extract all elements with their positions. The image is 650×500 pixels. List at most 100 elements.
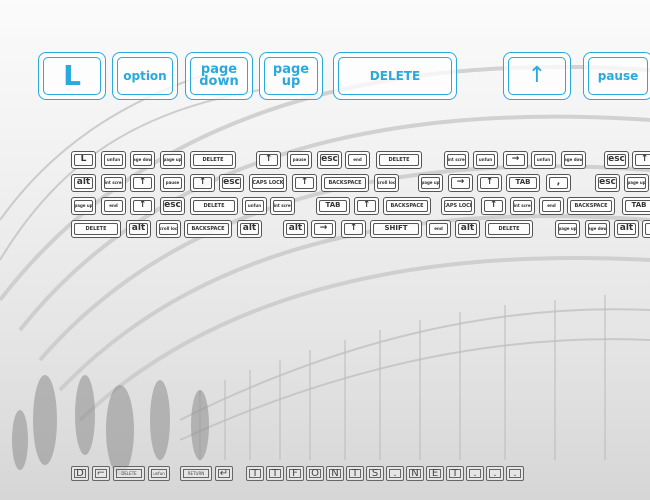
key-label: TAB [509, 177, 537, 189]
sample-key: page down [585, 220, 610, 238]
key-label: end [348, 154, 367, 166]
footer-key: DELETE [113, 466, 145, 481]
key-label: esc [598, 177, 617, 189]
key-label: esc [607, 154, 626, 166]
watermark-letter-key: E [426, 466, 444, 481]
key-label: scroll lock [377, 177, 396, 189]
key-label: page up [421, 177, 440, 189]
key-label: unfun [245, 200, 264, 212]
large-key-page-up: page up [259, 52, 323, 100]
sample-key: SHIFT [370, 220, 422, 238]
key-label: T [249, 468, 261, 478]
sample-key: ↑ [190, 174, 215, 192]
sample-key: BACKSPACE [184, 220, 232, 238]
key-label: BACKSPACE [324, 177, 366, 189]
sample-key: → [311, 220, 336, 238]
key-label: ↵ [218, 467, 230, 479]
arrow-up-icon: ↑ [193, 177, 212, 189]
arrow-up-icon: ↑ [259, 154, 278, 166]
watermark-letter-key: T [266, 466, 284, 481]
footer-key: unfun [148, 466, 170, 481]
sample-key: esc [604, 151, 629, 169]
key-label: page up [264, 57, 318, 95]
key-label: BACKSPACE [386, 200, 428, 212]
key-label: alt [458, 223, 477, 235]
large-key-l: L [38, 52, 106, 100]
sample-key: DELETE [485, 220, 533, 238]
sample-key: , [546, 174, 571, 192]
arrow-up-icon: ↑ [133, 200, 152, 212]
key-label: DELETE [193, 154, 233, 166]
sample-key: esc [595, 174, 620, 192]
sample-key [642, 220, 650, 238]
sample-key: ↑ [632, 151, 650, 169]
key-label: page down [588, 223, 607, 235]
sample-key: page up [418, 174, 443, 192]
key-label: page down [133, 154, 152, 166]
sample-key: alt [614, 220, 639, 238]
large-key-arrow-up: ↑ [503, 52, 571, 100]
sample-key: end [539, 197, 564, 215]
key-label: E [429, 468, 441, 478]
sample-key: page up [624, 174, 649, 192]
sample-key: TAB [622, 197, 650, 215]
key-label: unfun [104, 154, 123, 166]
key-label: pause [290, 154, 309, 166]
key-label: L [74, 154, 93, 166]
key-label: DELETE [488, 223, 530, 235]
key-label [645, 223, 650, 235]
watermark-letter-key: T [346, 466, 364, 481]
arrow-right-icon: → [314, 223, 333, 235]
key-label: . [509, 468, 521, 478]
sample-key: BACKSPACE [567, 197, 615, 215]
key-label: DELETE [338, 57, 452, 95]
key-label: scroll lock [159, 223, 178, 235]
key-label: . [469, 468, 481, 478]
sample-key: page up [71, 197, 96, 215]
sample-key: ↑ [130, 197, 155, 215]
watermark-letter-key: N [326, 466, 344, 481]
key-label: N [409, 468, 421, 478]
key-label: page down [190, 57, 248, 95]
sample-key: DELETE [376, 151, 422, 169]
watermark-letter-key: . [466, 466, 484, 481]
sample-key: page down [561, 151, 586, 169]
key-label: end [542, 200, 561, 212]
key-label: DELETE [379, 154, 419, 166]
sample-key: unfun [531, 151, 556, 169]
footer-key: D [71, 466, 89, 481]
key-label: print screen [513, 200, 532, 212]
key-label: esc [320, 154, 339, 166]
arrow-right-icon: → [506, 154, 525, 166]
key-label: alt [240, 223, 259, 235]
arrow-up-icon: ↑ [357, 200, 376, 212]
sample-key: esc [219, 174, 244, 192]
key-label: page up [627, 177, 646, 189]
sample-key: print screen [270, 197, 295, 215]
watermark-letter-key: N [406, 466, 424, 481]
sample-key: print screen [510, 197, 535, 215]
key-label: alt [74, 177, 93, 189]
watermark-letter-key: T [446, 466, 464, 481]
key-label: O [309, 468, 321, 478]
sample-key: end [426, 220, 451, 238]
watermark-letter-key: O [306, 466, 324, 481]
sample-key: CAPS LOCK [249, 174, 287, 192]
sample-key: CAPS LOCK [441, 197, 475, 215]
sample-key: scroll lock [374, 174, 399, 192]
sample-key: TAB [506, 174, 540, 192]
sample-key: page up [555, 220, 580, 238]
watermark-letter-key: T [246, 466, 264, 481]
key-label: page up [74, 200, 93, 212]
sample-key: DELETE [190, 197, 238, 215]
arrow-right-icon: → [451, 177, 470, 189]
key-label: unfun [476, 154, 495, 166]
key-label: page up [558, 223, 577, 235]
key-label: print screen [104, 177, 123, 189]
key-label: pause [588, 57, 648, 95]
key-label: F [289, 468, 301, 478]
arrow-up-icon: ↑ [484, 200, 503, 212]
key-label: page down [564, 154, 583, 166]
sample-key: DELETE [190, 151, 236, 169]
arrow-up-icon: ↑ [344, 223, 363, 235]
